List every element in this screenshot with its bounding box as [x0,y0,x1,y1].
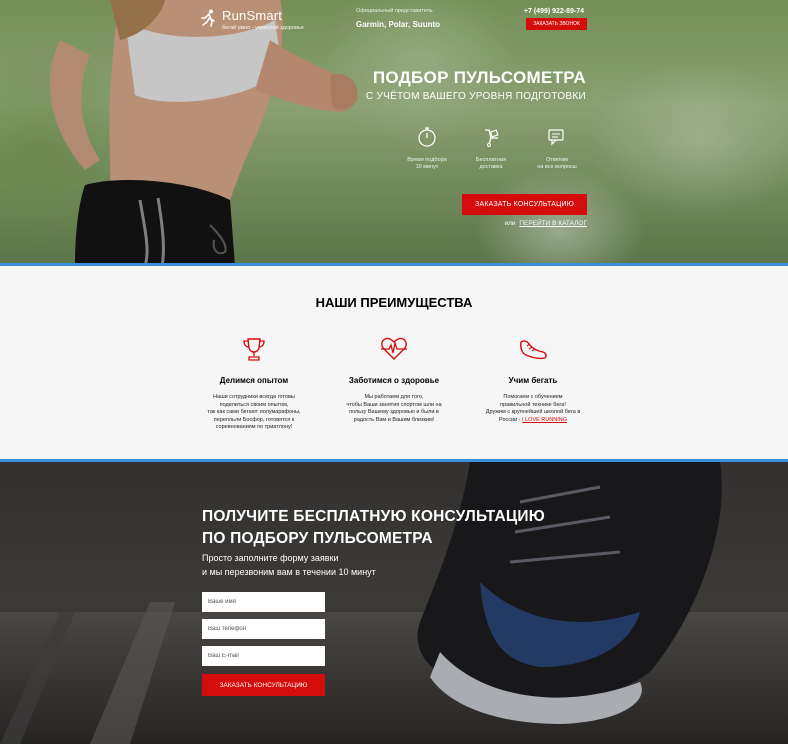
order-consultation-button[interactable]: ЗАКАЗАТЬ КОНСУЛЬТАЦИЮ [462,194,587,215]
advantage-heading: Заботимся о здоровье [348,376,440,385]
advantage-text-line: чтобы Ваши занятия спортом шли на [346,401,442,408]
advantage-text-line: поделиться своим опытом, [219,401,289,408]
form-title-line: ПО ПОДБОРУ ПУЛЬСОМЕТРА [202,530,433,547]
feature-text-line: доставка [479,164,503,170]
feature-text-line: Время подбора [407,157,447,163]
logo-name: RunSmart [222,8,283,23]
feature-free-delivery: Бесплатная доставка [456,126,526,171]
advantage-text-line: радость Вам и Вашим близким! [353,416,435,423]
trophy-icon [243,338,265,361]
form-overlay [0,462,788,744]
catalog-link[interactable]: ПЕРЕЙТИ В КАТАЛОГ [519,220,587,227]
advantages-title: НАШИ ПРЕИМУЩЕСТВА [315,295,473,310]
advantage-text-line: Помогаем с обучением [503,394,563,400]
chat-icon [548,129,564,146]
advantage-heading: Делимся опытом [219,376,289,385]
advantages-section: НАШИ ПРЕИМУЩЕСТВА Делимся опытом Наши со… [0,266,788,462]
form-title-line: ПОЛУЧИТЕ БЕСПЛАТНУЮ КОНСУЛЬТАЦИЮ [202,508,545,525]
official-brands: Garmin, Polar, Suunto [356,20,441,29]
feature-text-line: Бесплатная [475,157,507,163]
phone-field[interactable] [202,619,325,639]
form-description-line: и мы перезвоним вам в течении 10 минут [202,567,376,577]
advantage-text-prefix: России - [499,416,523,423]
i-love-running-link[interactable]: I LOVE RUNNING [522,417,567,423]
advantage-text-line: перепльли Босфор, готовятся к [213,416,295,423]
feature-text-line: 10 минут [415,164,439,170]
feature-text-line: на все вопросы [537,164,577,170]
advantage-text-line: пользу Вашему здоровью и были в [349,409,439,415]
advantage-text-line: Мы работаем для того, [364,394,424,400]
form-description: Просто заполните форму заявки и мы перез… [202,551,376,579]
logo[interactable]: RunSmart бегай умно - укрепляй здоровье [200,8,304,31]
advantage-experience: Делимся опытом Наши сотрудники всегда го… [179,336,329,432]
submit-consultation-button[interactable]: ЗАКАЗАТЬ КОНСУЛЬТАЦИЮ [202,674,325,696]
feature-selection-time: Время подбора 10 минут [392,126,462,171]
consultation-form-section: ПОЛУЧИТЕ БЕСПЛАТНУЮ КОНСУЛЬТАЦИЮ ПО ПОДБ… [0,462,788,744]
official-label: Официальный представитель [356,8,433,14]
advantage-teach-running: Учим бегать Помогаем с обучением правиль… [458,336,608,424]
hero-title: ПОДБОР ПУЛЬСОМЕТРА [372,68,586,87]
phone-number[interactable]: +7 (499) 922-89-74 [520,8,588,15]
advantage-text-line: так как сами бегают полумарафоны, [207,409,301,415]
email-field[interactable] [202,646,325,666]
advantage-text-line: соревнованиям по триатлону! [215,424,293,430]
order-call-button[interactable]: ЗАКАЗАТЬ ЗВОНОК [526,18,587,30]
hero-section: RunSmart бегай умно - укрепляй здоровье … [0,0,788,266]
running-shoe-icon [520,340,547,360]
name-field[interactable] [202,592,325,612]
hero-subtitle: С УЧЁТОМ ВАШЕГО УРОВНЯ ПОДГОТОВКИ [365,91,586,102]
advantage-text-line: правильной технике бега! [500,401,566,408]
advantage-text-line: Наши сотрудники всегда готовы [213,394,295,400]
feature-answer-questions: Ответим на все вопросы [522,126,592,171]
delivery-icon [485,129,499,147]
form-description-line: Просто заполните форму заявки [202,553,339,563]
feature-text-line: Ответим [546,157,568,163]
form-title: ПОЛУЧИТЕ БЕСПЛАТНУЮ КОНСУЛЬТАЦИЮ ПО ПОДБ… [202,506,545,550]
stopwatch-icon [418,127,436,147]
logo-tagline: бегай умно - укрепляй здоровье [222,25,304,31]
advantage-heading: Учим бегать [508,376,558,385]
catalog-line: или ПЕРЕЙТИ В КАТАЛОГ [504,220,587,227]
advantage-text-line: Дружим с крупнейшей школой бега в [485,409,581,415]
official-representative: Официальный представитель Garmin, Polar,… [356,8,440,29]
runner-logo-icon [201,9,215,27]
advantage-text-line: России - I LOVE RUNNING [458,417,608,425]
advantage-health: Заботимся о здоровье Мы работаем для тог… [319,336,469,424]
heartbeat-icon [381,337,407,360]
catalog-prefix: или [504,220,516,227]
